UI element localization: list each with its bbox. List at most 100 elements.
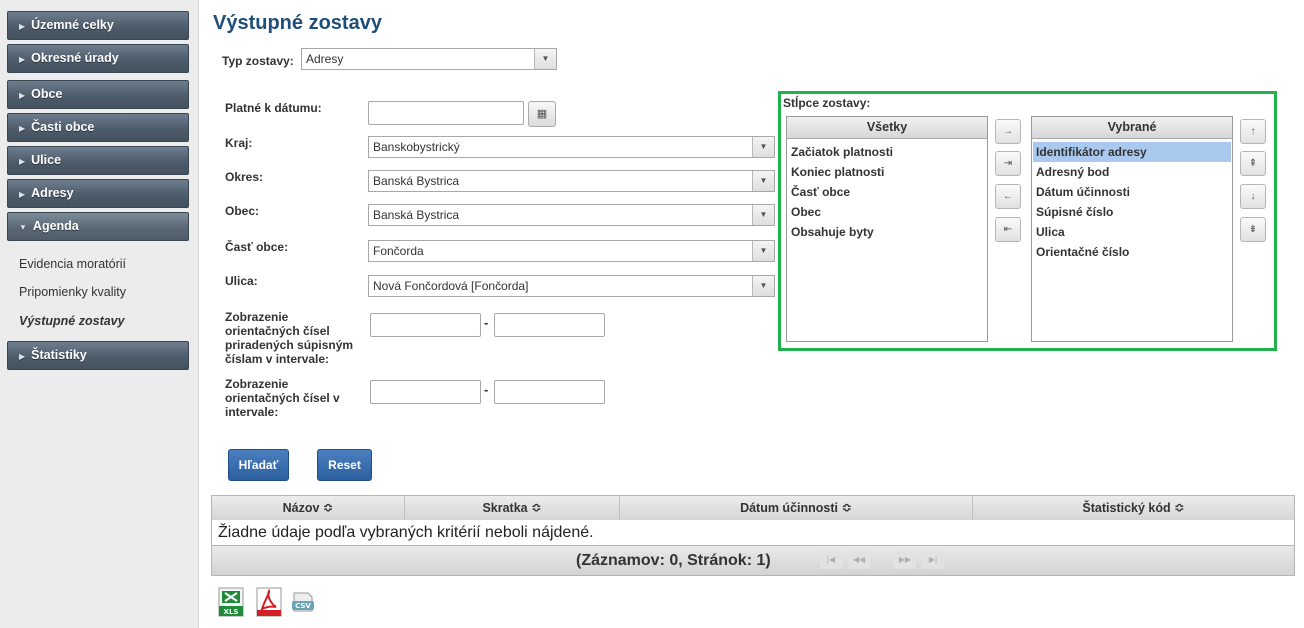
range2-label-line: intervale: — [225, 405, 279, 419]
dropdown-arrow-icon: ▼ — [752, 171, 774, 191]
move-right-icon[interactable]: → — [995, 119, 1021, 144]
next-page-icon[interactable]: ▶▶ — [894, 551, 916, 569]
dropdown-arrow-icon: ▼ — [752, 241, 774, 261]
selected-columns-list[interactable]: Vybrané Identifikátor adresy Adresný bod… — [1031, 116, 1233, 342]
columns-panel-label: Stĺpce zostavy: — [783, 96, 871, 110]
nav-casti-obce[interactable]: ▶ Časti obce — [7, 113, 189, 142]
street-label: Ulica: — [225, 274, 258, 288]
triangle-right-icon: ▶ — [19, 157, 26, 166]
list-item[interactable]: Začiatok platnosti — [788, 142, 986, 162]
page-title: Výstupné zostavy — [213, 12, 382, 34]
triangle-right-icon: ▶ — [19, 124, 26, 133]
search-button[interactable]: Hľadať — [228, 449, 289, 481]
move-up-icon[interactable]: ↑ — [1240, 119, 1266, 144]
list-item[interactable]: Dátum účinnosti — [1033, 182, 1231, 202]
range1-label-line: orientačných čísel — [225, 324, 330, 338]
nav-label: Okresné úrady — [31, 51, 119, 65]
nav-label: Ulice — [31, 153, 62, 167]
nav-label: Agenda — [32, 219, 79, 233]
all-columns-list[interactable]: Všetky Začiatok platnosti Koniec platnos… — [786, 116, 988, 342]
range1-label: Zobrazenie orientačných čísel priradenýc… — [225, 310, 353, 366]
municipality-part-label: Časť obce: — [225, 240, 289, 254]
range1-label-line: Zobrazenie — [225, 310, 289, 324]
street-select[interactable]: Nová Fončordová [Fončorda] ▼ — [368, 275, 775, 297]
triangle-right-icon: ▶ — [19, 91, 26, 100]
move-all-right-icon[interactable]: ⇥ — [995, 151, 1021, 176]
range1-label-line: číslam v intervale: — [225, 352, 330, 366]
pager-info: (Záznamov: 0, Stránok: 1) — [576, 552, 771, 569]
list-item[interactable]: Obec — [788, 202, 986, 222]
nav-ulice[interactable]: ▶ Ulice — [7, 146, 189, 175]
list-item[interactable]: Časť obce — [788, 182, 986, 202]
list-item[interactable]: Koniec platnosti — [788, 162, 986, 182]
nav-agenda[interactable]: ▼ Agenda — [7, 212, 189, 241]
triangle-right-icon: ▶ — [19, 352, 26, 361]
nav-okresne-urady[interactable]: ▶ Okresné úrady — [7, 44, 189, 73]
list-item[interactable]: Adresný bod — [1033, 162, 1231, 182]
column-header-skratka[interactable]: Skratka ≎ — [405, 496, 620, 520]
csv-icon[interactable]: CSV — [290, 587, 316, 617]
subnav-evidencia-moratorii[interactable]: Evidencia moratórií — [19, 257, 126, 271]
dropdown-arrow-icon: ▼ — [752, 205, 774, 225]
range2-to-input[interactable] — [494, 380, 605, 404]
list-item[interactable]: Obsahuje byty — [788, 222, 986, 242]
nav-uzemne-celky[interactable]: ▶ Územné celky — [7, 11, 189, 40]
report-type-label: Typ zostavy: — [222, 54, 294, 68]
report-type-value: Adresy — [306, 52, 344, 66]
region-value: Banskobystrický — [373, 140, 460, 154]
table-header-row: Názov ≎ Skratka ≎ Dátum účinnosti ≎ Štat… — [211, 495, 1295, 521]
svg-text:CSV: CSV — [295, 602, 311, 610]
range1-dash: - — [484, 315, 489, 330]
nav-statistiky[interactable]: ▶ Štatistiky — [7, 341, 189, 370]
municipality-part-value: Fončorda — [373, 244, 424, 258]
columns-panel: Stĺpce zostavy: Všetky Začiatok platnost… — [778, 91, 1277, 351]
last-page-icon[interactable]: ▶| — [922, 551, 944, 569]
xls-icon[interactable]: XLS — [218, 587, 244, 617]
range2-from-input[interactable] — [370, 380, 481, 404]
list-item[interactable]: Ulica — [1033, 222, 1231, 242]
move-top-icon[interactable]: ⇞ — [1240, 151, 1266, 176]
range2-dash: - — [484, 382, 489, 397]
list-item[interactable]: Súpisné číslo — [1033, 202, 1231, 222]
column-header-statisticky-kod[interactable]: Štatistický kód ≎ — [973, 496, 1294, 520]
prev-page-icon[interactable]: ◀◀ — [848, 551, 870, 569]
dropdown-arrow-icon: ▼ — [752, 137, 774, 157]
region-label: Kraj: — [225, 136, 253, 150]
move-down-icon[interactable]: ↓ — [1240, 184, 1266, 209]
nav-label: Územné celky — [31, 18, 114, 32]
range1-from-input[interactable] — [370, 313, 481, 337]
report-type-select[interactable]: Adresy ▼ — [301, 48, 557, 70]
triangle-right-icon: ▶ — [19, 190, 26, 199]
move-left-icon[interactable]: ← — [995, 184, 1021, 209]
move-bottom-icon[interactable]: ⇟ — [1240, 217, 1266, 242]
subnav-vystupne-zostavy[interactable]: Výstupné zostavy — [19, 314, 125, 328]
valid-date-input[interactable] — [368, 101, 524, 125]
reset-button[interactable]: Reset — [317, 449, 372, 481]
municipality-select[interactable]: Banská Bystrica ▼ — [368, 204, 775, 226]
triangle-right-icon: ▶ — [19, 22, 26, 31]
range2-label-line: orientačných čísel v — [225, 391, 340, 405]
column-header-nazov[interactable]: Názov ≎ — [212, 496, 405, 520]
range1-label-line: priradených súpisným — [225, 338, 354, 352]
municipality-part-select[interactable]: Fončorda ▼ — [368, 240, 775, 262]
empty-message: Žiadne údaje podľa vybraných kritérií ne… — [211, 520, 1295, 546]
region-select[interactable]: Banskobystrický ▼ — [368, 136, 775, 158]
municipality-label: Obec: — [225, 204, 260, 218]
pdf-icon[interactable] — [256, 587, 282, 617]
dropdown-arrow-icon: ▼ — [752, 276, 774, 296]
list-item[interactable]: Identifikátor adresy — [1033, 142, 1231, 162]
list-item[interactable]: Orientačné číslo — [1033, 242, 1231, 262]
nav-adresy[interactable]: ▶ Adresy — [7, 179, 189, 208]
district-select[interactable]: Banská Bystrica ▼ — [368, 170, 775, 192]
range1-to-input[interactable] — [494, 313, 605, 337]
subnav-pripomienky-kvality[interactable]: Pripomienky kvality — [19, 285, 126, 299]
all-columns-header: Všetky — [787, 117, 987, 139]
first-page-icon[interactable]: |◀ — [820, 551, 842, 569]
column-header-datum-ucinnosti[interactable]: Dátum účinnosti ≎ — [620, 496, 973, 520]
street-value: Nová Fončordová [Fončorda] — [373, 279, 529, 293]
nav-label: Obce — [31, 87, 63, 101]
nav-obce[interactable]: ▶ Obce — [7, 80, 189, 109]
calendar-icon[interactable]: ▦ — [528, 101, 556, 127]
move-all-left-icon[interactable]: ⇤ — [995, 217, 1021, 242]
pager: (Záznamov: 0, Stránok: 1) |◀ ◀◀ ▶▶ ▶| — [211, 546, 1295, 576]
